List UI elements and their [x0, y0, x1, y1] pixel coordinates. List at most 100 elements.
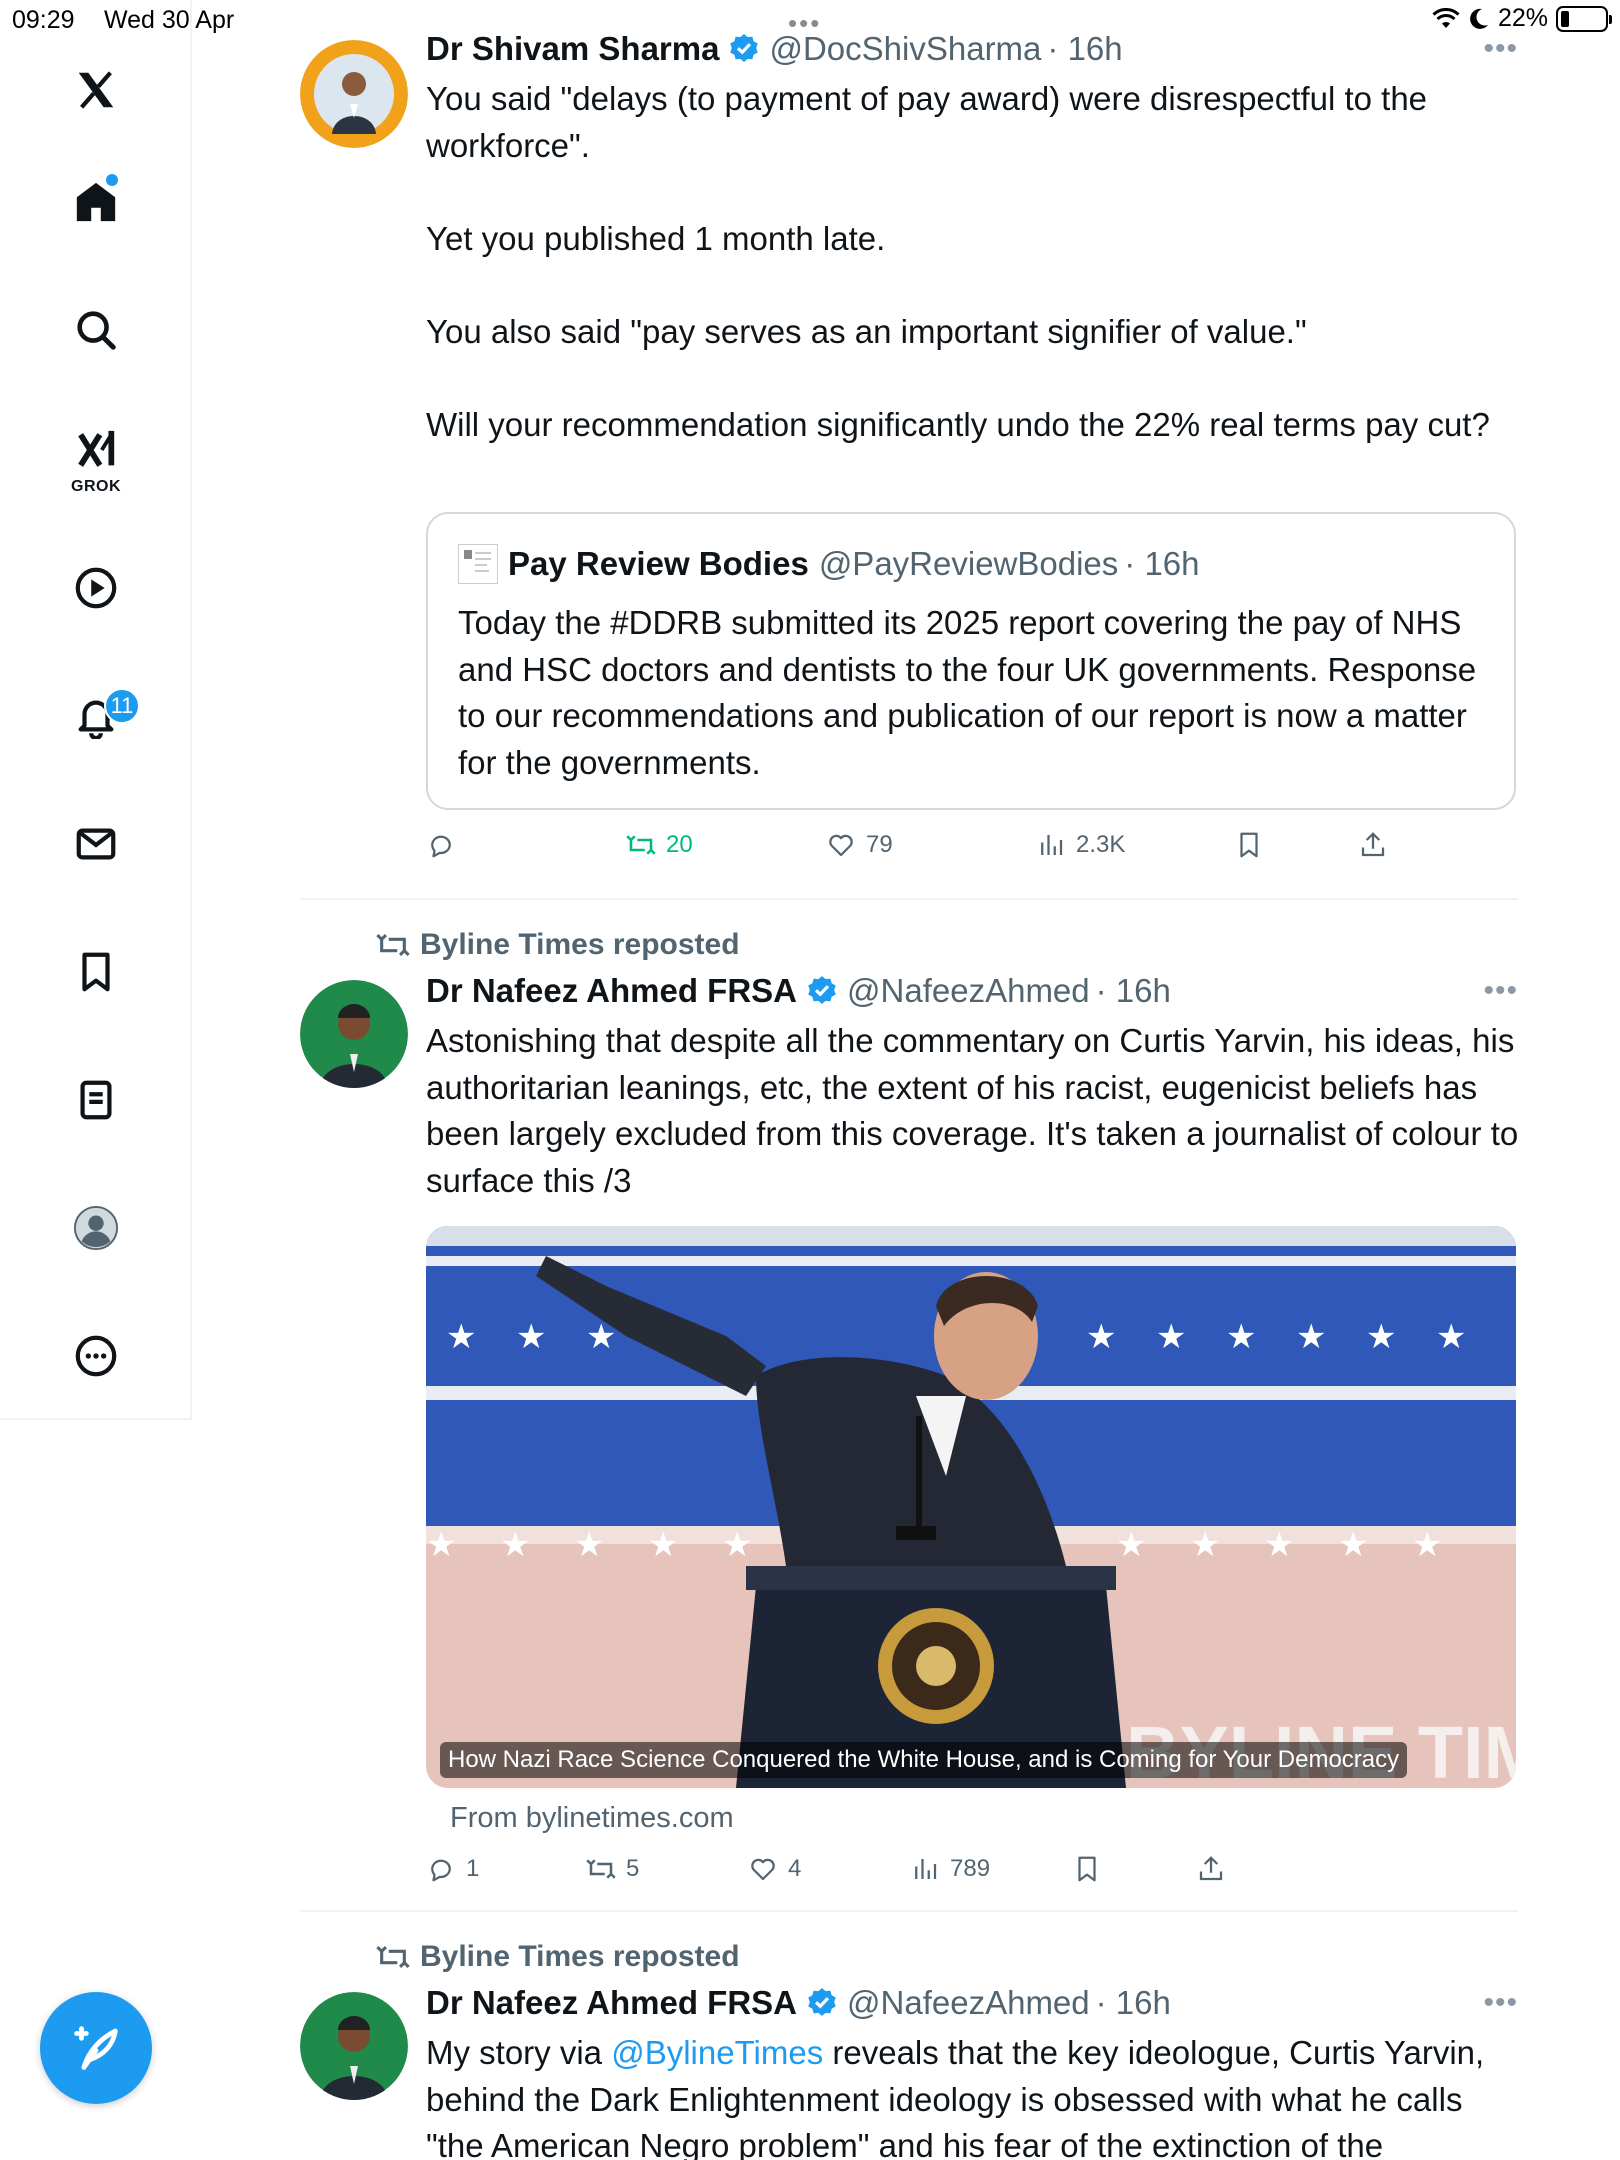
svg-text:★: ★ [426, 1525, 456, 1565]
display-name[interactable]: Dr Nafeez Ahmed FRSA [426, 972, 797, 1010]
search-icon[interactable] [66, 300, 126, 360]
svg-text:★: ★ [516, 1317, 546, 1357]
reply-button[interactable]: 1 [426, 1854, 479, 1884]
bookmarks-icon[interactable] [66, 942, 126, 1002]
reply-icon [431, 1859, 451, 1882]
tweet-shivam-sharma[interactable]: Dr Shivam Sharma @DocShivSharma · 16h ••… [300, 30, 1518, 890]
timestamp[interactable]: · 16h [1096, 972, 1171, 1010]
display-name[interactable]: Dr Shivam Sharma [426, 30, 719, 68]
compose-post-button[interactable] [40, 1992, 152, 2104]
quoted-tweet-header: Pay Review Bodies @PayReviewBodies · 16h [458, 544, 1200, 584]
avatar[interactable] [300, 1992, 408, 2100]
timestamp[interactable]: · 16h [1047, 30, 1122, 68]
svg-text:★: ★ [1086, 1317, 1116, 1357]
profile-avatar-icon[interactable] [66, 1198, 126, 1258]
repost-button[interactable]: 5 [586, 1854, 639, 1884]
link-card-title: How Nazi Race Science Conquered the Whit… [440, 1742, 1408, 1778]
tweet-nafeez-ahmed-1[interactable]: Dr Nafeez Ahmed FRSA @NafeezAhmed · 16h … [300, 972, 1518, 1902]
handle[interactable]: @NafeezAhmed [847, 1984, 1090, 2022]
repost-icon [586, 1859, 616, 1879]
quoted-timestamp: · 16h [1124, 545, 1200, 582]
views-chart-icon [1041, 835, 1063, 855]
reposted-by-label: Byline Times reposted [420, 1940, 740, 1973]
mention-link[interactable]: @BylineTimes [611, 2034, 823, 2071]
verified-badge-icon [730, 34, 759, 62]
tweet-divider [300, 1910, 1518, 1912]
svg-text:★: ★ [446, 1317, 476, 1357]
svg-text:★: ★ [1190, 1525, 1220, 1565]
tweet-divider [300, 898, 1518, 900]
grok-label: GROK [71, 478, 121, 495]
share-button[interactable] [1358, 830, 1388, 860]
views-button[interactable]: 2.3K [1036, 830, 1125, 860]
handle[interactable]: @DocShivSharma [769, 30, 1041, 68]
svg-text:★: ★ [500, 1525, 530, 1565]
svg-text:★: ★ [1116, 1525, 1146, 1565]
quoted-tweet[interactable]: Pay Review Bodies @PayReviewBodies · 16h… [426, 512, 1516, 810]
avatar[interactable] [300, 980, 408, 1088]
reply-count: 1 [466, 1855, 480, 1882]
tweet-nafeez-ahmed-2[interactable]: Dr Nafeez Ahmed FRSA @NafeezAhmed · 16h … [300, 1984, 1518, 2160]
svg-text:★: ★ [648, 1525, 678, 1565]
svg-text:★: ★ [722, 1525, 752, 1565]
more-options-icon[interactable]: ••• [1483, 1986, 1518, 2020]
messages-envelope-icon[interactable] [66, 814, 126, 874]
bookmark-icon [1078, 1856, 1096, 1882]
article-image: ★★★★ ★★★★★★ ★★★★★ ★★★★★ BYLINE TIMES [426, 1226, 1516, 1788]
svg-text:★: ★ [1366, 1317, 1396, 1357]
repost-icon [376, 933, 410, 957]
tweet-header: Dr Nafeez Ahmed FRSA @NafeezAhmed · 16h [426, 1984, 1171, 2022]
views-chart-icon [915, 1859, 937, 1879]
tweet-text: Astonishing that despite all the comment… [426, 1022, 1519, 1199]
home-notification-dot [106, 174, 118, 186]
tweet-actions: 20 79 2.3K [426, 830, 1526, 874]
bookmark-button[interactable] [1072, 1854, 1102, 1884]
video-play-icon[interactable] [66, 558, 126, 618]
bookmark-button[interactable] [1234, 830, 1264, 860]
handle[interactable]: @NafeezAhmed [847, 972, 1090, 1010]
views-button[interactable]: 789 [910, 1854, 990, 1884]
like-button[interactable]: 4 [748, 1854, 801, 1884]
svg-text:★: ★ [574, 1525, 604, 1565]
link-card-source[interactable]: From bylinetimes.com [450, 1802, 734, 1835]
like-button[interactable]: 79 [826, 830, 893, 860]
tweet-header: Dr Nafeez Ahmed FRSA @NafeezAhmed · 16h [426, 972, 1171, 1010]
views-count: 789 [950, 1855, 991, 1882]
tweet-header: Dr Shivam Sharma @DocShivSharma · 16h [426, 30, 1123, 68]
like-count: 4 [788, 1855, 802, 1882]
tweet-actions: 1 5 4 789 [426, 1854, 1526, 1898]
heart-icon [751, 1858, 775, 1881]
more-options-icon[interactable]: ••• [1483, 974, 1518, 1008]
svg-text:★: ★ [1412, 1525, 1442, 1565]
share-button[interactable] [1196, 1854, 1226, 1884]
quoted-handle: @PayReviewBodies [818, 545, 1119, 582]
status-indicators: 22% [1432, 4, 1612, 33]
reply-button[interactable] [426, 830, 466, 860]
repost-count: 20 [666, 831, 693, 858]
verified-badge-icon [808, 1988, 836, 2016]
reposted-by-line[interactable]: Byline Times reposted [376, 928, 740, 962]
svg-text:★: ★ [1264, 1525, 1294, 1565]
link-card-image[interactable]: ★★★★ ★★★★★★ ★★★★★ ★★★★★ BYLINE TIMES How… [426, 1226, 1516, 1788]
lists-icon[interactable] [66, 1070, 126, 1130]
reply-icon [431, 835, 451, 858]
reposted-by-line[interactable]: Byline Times reposted [376, 1940, 740, 1974]
grok-icon[interactable] [66, 420, 126, 480]
x-logo-icon[interactable] [66, 60, 126, 120]
svg-text:★: ★ [1156, 1317, 1186, 1357]
repost-icon [626, 835, 656, 855]
compose-feather-icon [74, 2026, 118, 2070]
display-name[interactable]: Dr Nafeez Ahmed FRSA [426, 1984, 797, 2022]
pay-review-bodies-logo-icon [458, 544, 498, 584]
quoted-display-name: Pay Review Bodies [508, 545, 809, 582]
more-options-icon[interactable]: ••• [1483, 32, 1518, 66]
share-icon [1199, 1856, 1223, 1881]
more-options-icon[interactable] [66, 1326, 126, 1386]
repost-count: 5 [626, 1855, 640, 1882]
repost-button[interactable]: 20 [626, 830, 693, 860]
timestamp[interactable]: · 16h [1096, 1984, 1171, 2022]
sidebar-nav: GROK 11 [0, 0, 192, 1420]
reposted-by-label: Byline Times reposted [420, 928, 740, 961]
verified-badge-icon [808, 976, 836, 1004]
avatar[interactable] [300, 40, 408, 148]
